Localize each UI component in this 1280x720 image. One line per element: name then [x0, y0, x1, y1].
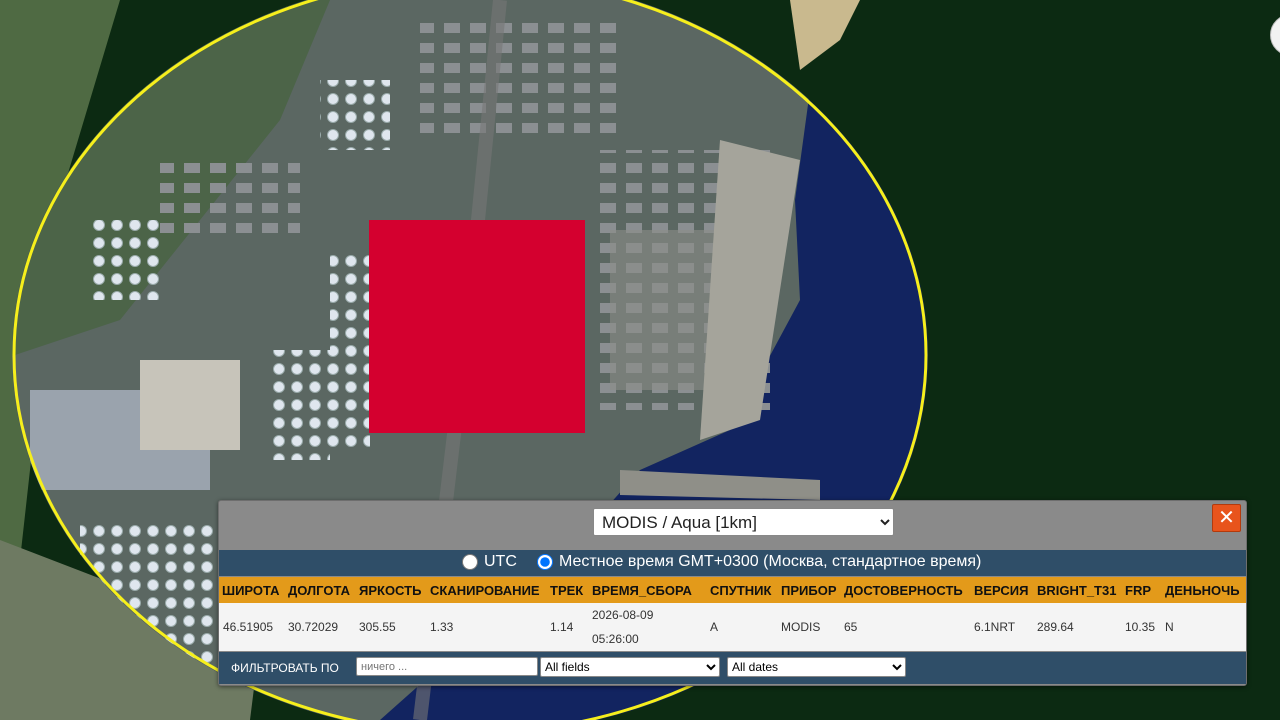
local-time-option[interactable]: Местное время GMT+0300 (Москва, стандарт…	[537, 553, 981, 571]
col-scan: СКАНИРОВАНИЕ	[430, 583, 540, 598]
cell-satellite: A	[710, 620, 719, 634]
cell-brightness: 305.55	[359, 620, 396, 634]
utc-option[interactable]: UTC	[462, 553, 517, 571]
cell-version: 6.1NRT	[974, 620, 1016, 634]
close-button[interactable]: ✕	[1212, 504, 1241, 532]
cell-scan: 1.33	[430, 620, 454, 634]
col-brightness: ЯРКОСТЬ	[359, 583, 422, 598]
cell-instrument: MODIS	[781, 620, 821, 634]
cell-bright-t31: 289.64	[1037, 620, 1074, 634]
col-bright-t31: BRIGHT_T31	[1037, 583, 1117, 598]
table-header: ШИРОТА ДОЛГОТА ЯРКОСТЬ СКАНИРОВАНИЕ ТРЕК…	[219, 577, 1246, 603]
cell-confidence: 65	[844, 620, 858, 634]
local-time-radio[interactable]	[537, 554, 553, 570]
col-satellite: СПУТНИК	[710, 583, 772, 598]
col-acq-time: ВРЕМЯ_СБОРА	[592, 583, 692, 598]
local-time-label: Местное время GMT+0300 (Москва, стандарт…	[559, 553, 982, 570]
utc-label: UTC	[484, 553, 517, 570]
col-latitude: ШИРОТА	[222, 583, 280, 598]
field-filter-select[interactable]: All fields	[540, 657, 720, 677]
col-frp: FRP	[1125, 583, 1151, 598]
filter-bar: ФИЛЬТРОВАТЬ ПО All fields All dates	[219, 652, 1246, 684]
cell-longitude: 30.72029	[288, 620, 339, 634]
fire-hotspot-marker[interactable]	[369, 220, 585, 433]
col-version: ВЕРСИЯ	[974, 583, 1029, 598]
cell-frp: 10.35	[1125, 620, 1156, 634]
cell-daynight: N	[1165, 620, 1174, 634]
cell-track: 1.14	[550, 620, 574, 634]
col-confidence: ДОСТОВЕРНОСТЬ	[844, 583, 963, 598]
time-zone-selector: UTC Местное время GMT+0300 (Москва, стан…	[219, 550, 1246, 576]
date-filter-select[interactable]: All dates	[727, 657, 906, 677]
utc-radio[interactable]	[462, 554, 478, 570]
col-instrument: ПРИБОР	[781, 583, 837, 598]
col-daynight: ДЕНЬНОЧЬ	[1165, 583, 1240, 598]
cell-acq-time: 05:26:00	[592, 632, 639, 646]
filter-label: ФИЛЬТРОВАТЬ ПО	[231, 661, 339, 675]
source-select[interactable]: MODIS / Aqua [1km]	[593, 508, 894, 536]
cell-latitude: 46.51905	[223, 620, 274, 634]
fire-info-popup: MODIS / Aqua [1km] ✕ UTC Местное время G…	[218, 500, 1247, 686]
col-track: ТРЕК	[550, 583, 584, 598]
cell-acq-date: 2026-08-09	[592, 608, 654, 622]
col-longitude: ДОЛГОТА	[288, 583, 350, 598]
filter-input[interactable]	[356, 657, 538, 676]
table-row: 46.51905 30.72029 305.55 1.33 1.14 2026-…	[219, 603, 1246, 651]
